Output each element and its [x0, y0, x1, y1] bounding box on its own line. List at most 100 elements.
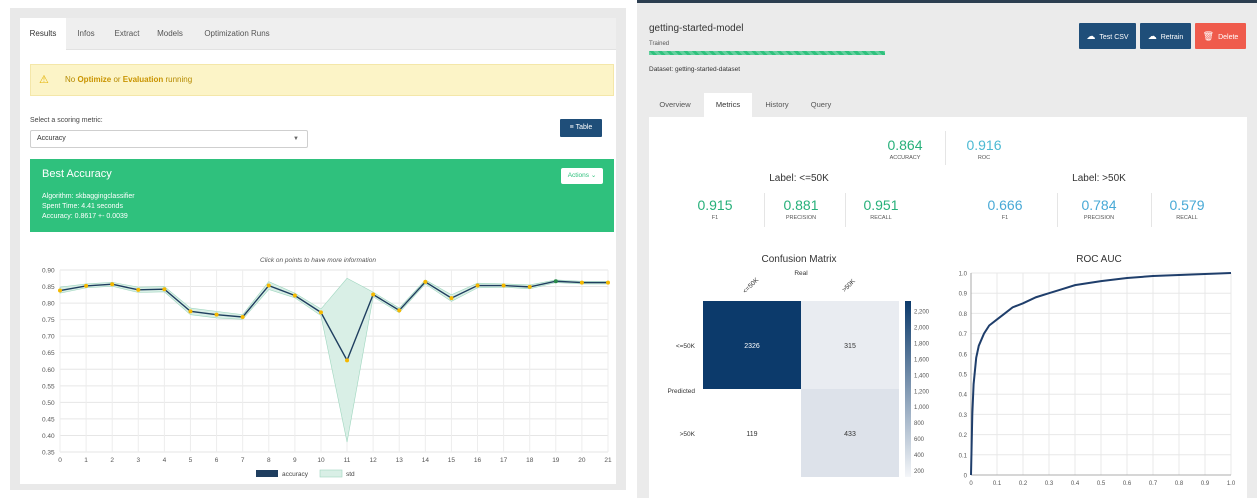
label-gt-title: Label: >50K: [1072, 173, 1126, 184]
accuracy-point: [475, 283, 480, 288]
x-tick-label: 18: [526, 457, 534, 464]
tab-metrics[interactable]: Metrics: [704, 93, 752, 117]
colorbar: [905, 301, 911, 477]
divider: [764, 193, 765, 227]
accuracy-point: [397, 308, 402, 313]
results-card: Results Infos Extract Models Optimizatio…: [20, 18, 616, 484]
y-tick-label: 0.50: [42, 400, 55, 407]
accuracy-point: [579, 280, 584, 285]
accuracy-point: [527, 284, 532, 289]
accuracy-point: [214, 312, 219, 317]
training-progress-bar: [649, 51, 885, 55]
row-axis-label: Predicted: [668, 388, 696, 395]
tab-query[interactable]: Query: [801, 93, 841, 117]
no-run-warning: ⚠ No Optimize or Evaluation running: [30, 64, 614, 96]
y-tick-label: 0.70: [42, 334, 55, 341]
le-recall-value: 0.951: [863, 197, 899, 213]
accuracy-point: [136, 287, 141, 292]
legend-swatch-std: [319, 469, 343, 478]
tab-infos[interactable]: Infos: [68, 18, 104, 50]
y-tick-label: 0.40: [42, 433, 55, 440]
x-tick-label: 1.0: [1227, 481, 1236, 487]
matrix-cell-value: 2326: [744, 343, 760, 350]
le-recall-caption: RECALL: [870, 215, 892, 221]
row-label: >50K: [680, 431, 696, 438]
column-label: <=50K: [742, 276, 761, 295]
accuracy-point: [292, 293, 297, 298]
table-button[interactable]: ≡ Table: [560, 119, 602, 137]
chevron-down-icon: ▼: [293, 136, 299, 142]
accuracy-point: [162, 287, 167, 292]
colorbar-tick-label: 1,200: [914, 389, 930, 395]
x-tick-label: 11: [344, 457, 351, 464]
x-tick-label: 16: [474, 457, 482, 464]
tab-overview[interactable]: Overview: [649, 93, 701, 117]
x-tick-label: 0.4: [1071, 481, 1080, 487]
model-name: getting-started-model: [649, 23, 744, 34]
left-tab-bar: Results Infos Extract Models Optimizatio…: [20, 18, 616, 50]
x-tick-label: 12: [370, 457, 378, 464]
warning-icon: ⚠: [39, 74, 49, 86]
x-tick-label: 10: [317, 457, 325, 464]
test-csv-button[interactable]: ☁ Test CSV: [1079, 23, 1136, 49]
x-tick-label: 1: [84, 457, 88, 464]
y-tick-label: 0.35: [42, 450, 55, 457]
best-spent-time: Spent Time: 4.41 seconds: [42, 203, 123, 210]
x-tick-label: 7: [241, 457, 245, 464]
confusion-matrix-title: Confusion Matrix: [761, 254, 837, 265]
confusion-matrix-chart: 2326 315 119 433 <=50K >50K Real <=50K >50K Predi…: [668, 270, 930, 477]
legend-swatch-accuracy: [256, 470, 278, 477]
colorbar-tick-label: 2,000: [914, 325, 930, 331]
test-csv-label: Test CSV: [1099, 34, 1129, 41]
y-tick-label: 0.6: [959, 352, 968, 358]
actions-dropdown[interactable]: Actions ⌄: [561, 168, 603, 184]
y-tick-label: 0.9: [959, 292, 968, 298]
x-tick-label: 9: [293, 457, 297, 464]
tab-results[interactable]: Results: [20, 18, 66, 50]
scoring-metric-value: Accuracy: [37, 135, 66, 142]
matrix-cell-value: 315: [844, 343, 856, 350]
best-accuracy-title: Best Accuracy: [42, 168, 112, 180]
accuracy-point: [606, 280, 610, 285]
tab-history[interactable]: History: [755, 93, 799, 117]
retrain-button[interactable]: ☁ Retrain: [1140, 23, 1191, 49]
x-tick-label: 2: [110, 457, 114, 464]
x-tick-label: 0.3: [1045, 481, 1054, 487]
right-panel: getting-started-model Trained Dataset: g…: [637, 0, 1257, 498]
matrix-cell-value: 119: [746, 431, 757, 438]
x-tick-label: 0: [969, 481, 973, 487]
le-precision-caption: PRECISION: [785, 215, 817, 221]
accuracy-point: [240, 314, 245, 319]
x-tick-label: 19: [552, 457, 560, 464]
tab-optimization-runs[interactable]: Optimization Runs: [194, 18, 280, 50]
metrics-panel: 0.864 ACCURACY 0.916 ROC Label: <=50K La…: [649, 117, 1247, 498]
accuracy-point: [110, 282, 115, 287]
accuracy-point: [266, 283, 271, 288]
y-tick-label: 0.1: [959, 453, 968, 459]
x-tick-label: 0.7: [1149, 481, 1158, 487]
y-tick-label: 0.5: [959, 373, 968, 379]
le-f1-value: 0.915: [697, 197, 733, 213]
colorbar-tick-label: 1,400: [914, 373, 930, 379]
tab-models[interactable]: Models: [150, 18, 190, 50]
colorbar-tick-label: 800: [914, 421, 925, 427]
delete-button[interactable]: 🗑 Delete: [1195, 23, 1246, 49]
scoring-metric-select[interactable]: Accuracy ▼: [30, 130, 308, 148]
roc-auc-chart: 0 0.1 0.2 0.3 0.4 0.5 0.6 0.7 0.8 0.9 1.0 0 0.1 0.2 0.…: [959, 272, 1236, 488]
x-tick-label: 0.9: [1201, 481, 1210, 487]
label-le-title: Label: <=50K: [769, 173, 829, 184]
model-status: Trained: [649, 41, 670, 47]
le-precision-value: 0.881: [783, 197, 819, 213]
x-tick-label: 20: [578, 457, 586, 464]
accuracy-point: [318, 310, 323, 315]
accuracy-point: [58, 288, 62, 293]
tab-extract[interactable]: Extract: [106, 18, 148, 50]
y-tick-label: 0.45: [42, 416, 55, 423]
gt-recall-caption: RECALL: [1176, 215, 1198, 221]
dataset-link[interactable]: Dataset: getting-started-dataset: [649, 66, 740, 73]
x-tick-label: 13: [396, 457, 404, 464]
y-tick-label: 0.2: [959, 433, 968, 439]
x-tick-label: 0.8: [1175, 481, 1184, 487]
accuracy-line-chart: 0.90 0.85 0.80 0.75 0.70 0.65 0.60 0.55 0.50 0.45…: [42, 268, 612, 479]
x-tick-label: 14: [422, 457, 430, 464]
